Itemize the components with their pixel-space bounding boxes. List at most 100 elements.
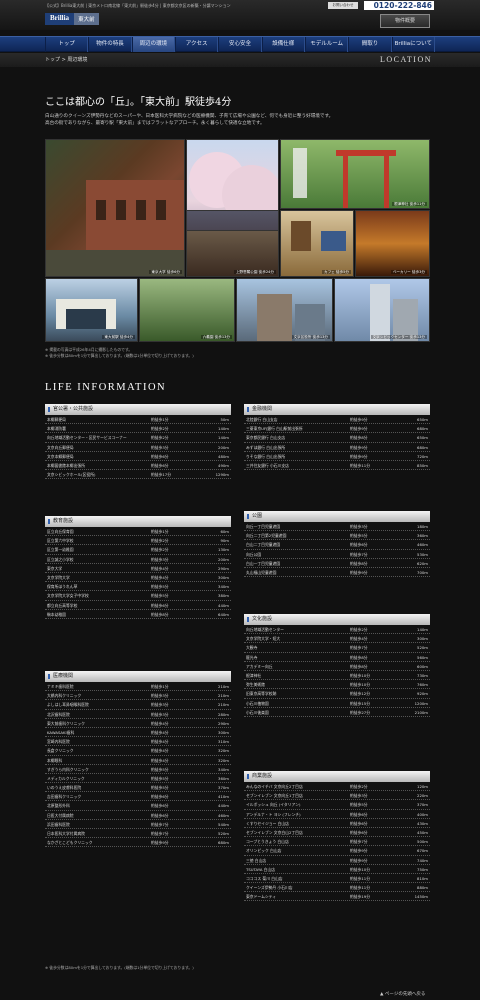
distance: 1450m [414,894,428,900]
breadcrumb[interactable]: トップ > 周辺環境 [45,56,87,63]
walk-time: 約徒歩4分 [151,739,169,745]
facility-name: 吉田歯科クリニック [47,794,82,800]
distance: 300m [218,574,229,580]
list-item: 文京学院大学・短大 約徒歩4分 300m [244,634,430,644]
facility-name: 龍光寺 [246,654,258,660]
walk-time: 約徒歩3分 [151,702,169,708]
list-item: すぎうら内科クリニック 約徒歩5分 340m [45,765,231,774]
facility-name: TSUTAYA 白山店 [246,866,276,872]
distance: 850m [417,462,428,468]
walk-time: 約徒歩2分 [350,784,368,789]
facility-name: 向丘地域活動センター・区民サービスコーナー [47,435,127,441]
nav-item[interactable]: 安心安全 [218,37,262,52]
walk-time: 約徒歩2分 [151,547,169,553]
facility-name: いのうえ皮膚科医院 [47,785,82,791]
list-item: 吉田歯科クリニック 約徒歩6分 410m [45,792,231,802]
facility-name: 区立第六中学校 [47,538,74,544]
list-item: 保育所ほうれん草 約徒歩5分 340m [45,582,231,592]
outline-button[interactable]: 物件概要 [380,14,430,28]
walk-time: 約徒歩11分 [350,875,371,881]
nav-item[interactable]: モデルルーム [304,37,349,52]
facility-name: すぎうら内科クリニック [47,766,89,772]
list-item: 本郷郵便局 約徒歩1分 50m [45,415,231,425]
distance: 530m [417,551,428,557]
nav-item[interactable]: 間取り [348,37,392,52]
distance: 520m [218,831,229,836]
nav-item[interactable]: トップ [45,37,89,52]
list-item: みずほ銀行 白山出張所 約徒歩9分 680m [244,443,430,452]
walk-time: 約徒歩7分 [350,839,368,845]
list-item: 文京学院大学 約徒歩4分 300m [45,573,231,583]
walk-time: 約徒歩1分 [151,529,169,534]
list-item: 東京ドームシティ 約徒歩19分 1450m [244,892,430,902]
walk-time: 約徒歩9分 [350,857,368,863]
list-item: クイーンズ伊勢丹 小石川店 約徒歩11分 880m [244,883,430,893]
distance: 360m [417,533,428,539]
list-item: 文京向丘郵便局 約徒歩3分 200m [45,443,231,452]
list-item: 向丘地域活動センター・区民サービスコーナー 約徒歩2分 140m [45,433,231,443]
list-item: アンデルナ・ト ヨシ (フレンチ) 約徒歩6分 400m [244,810,430,819]
site-logo[interactable]: Brillia 東大前 [45,13,99,25]
nav-item[interactable]: 設備仕様 [261,37,305,52]
walk-time: 約徒歩3分 [350,793,368,799]
walk-time: 約徒歩2分 [151,435,169,441]
walk-time: 約徒歩4分 [151,574,169,580]
section-header: 官公署・公共施設 [45,404,231,415]
distance: 490m [218,462,229,468]
main-nav: トップ 物件の特長 周辺の環境 アクセス 安心安全 設備仕様 モデルルーム 間取り Brilli… [0,36,480,52]
distance: 620m [417,560,428,566]
list-item: 向丘地域活動センター 約徒歩2分 140m [244,625,430,635]
contact-link[interactable]: お問い合わせ [328,2,358,9]
list-item: 文京シビックホール(区役所) 約徒歩17分 1290m [45,470,231,480]
facility-name: くすりセイジョー 白山店 [246,820,289,826]
facility-name: アカデミー向丘 [246,663,273,669]
facility-name: 向丘地域活動センター [246,627,284,632]
list-item: 区立第六中学校 約徒歩2分 90m [45,536,231,546]
distance: 320m [218,757,229,763]
distance: 290m [218,720,229,726]
walk-time: 約徒歩8分 [151,611,169,617]
list-item: セブンイレブン 文京向丘1丁目店 約徒歩3分 220m [244,791,430,801]
distance: 180m [417,524,428,529]
list-item: 小石川植物園 約徒歩15分 1200m [244,699,430,708]
page-heading: ここは都心の「丘」。「東大前」駅徒歩4分 [45,97,232,108]
facility-name: 北沢歯科医院 [47,711,70,717]
facility-name: 大橋内科クリニック [47,693,82,699]
list-item: コココス 菊川 白山店 約徒歩11分 810m [244,874,430,884]
nav-item[interactable]: アクセス [174,37,219,52]
distance: 340m [218,584,229,590]
list-item: 向丘公園 約徒歩7分 530m [244,550,430,559]
nav-item[interactable]: Brilliaについて [391,37,435,52]
list-item: 大観寺 約徒歩7分 520m [244,643,430,653]
list-item: 旧東京高等学校跡 約徒歩12分 920m [244,689,430,699]
facility-name: 浜田歯科医院 [47,821,70,827]
facility-name: 保育所ほうれん草 [47,584,78,590]
distance: 320m [218,748,229,754]
distance: 210m [218,693,229,699]
list-item: 北陸銀行 白山支店 約徒歩9分 650m [244,415,430,425]
nav-item[interactable]: 周辺の環境 [131,37,175,52]
nav-item[interactable]: 物件の特長 [88,37,132,52]
section-header: 金融機関 [244,404,430,415]
walk-time: 約徒歩7分 [151,821,169,827]
list-item: 区立第一幼稚園 約徒歩2分 130m [45,545,231,555]
distance: 1200m [414,700,428,706]
facility-name: 本郷眼科 [47,757,63,763]
tel-number[interactable]: 0120-222-846 [364,1,434,10]
list-item: なかざとこどもクリニック 約徒歩9分 680m [45,838,231,848]
note-line: ※ 徒歩分数は80mを1分で算出しております。(端数は1分単位で切り上げておりま… [45,353,194,358]
photo-caption: 六義園 徒歩13分 [200,334,232,339]
list-item: 弥生美術館 約徒歩10分 760m [244,680,430,690]
facility-name: 向丘公園 [246,551,262,557]
facility-name: 三徳 白山店 [246,857,267,863]
page-top-link[interactable]: ▲ ページの先頭へ戻る [380,991,425,997]
logo-name: 東大前 [74,13,99,25]
walk-time: 約徒歩5分 [151,775,169,781]
facility-name: 日本医科大学付属病院 [47,831,85,836]
facility-name: イルボッシュ 向丘 (イタリアン) [246,802,301,808]
photo-station: 東大前駅 徒歩4分 [45,278,138,342]
distance: 920m [417,691,428,697]
distance: 90m [220,538,229,544]
section-header: 医療機関 [45,671,231,682]
walk-time: 約徒歩4分 [151,757,169,763]
